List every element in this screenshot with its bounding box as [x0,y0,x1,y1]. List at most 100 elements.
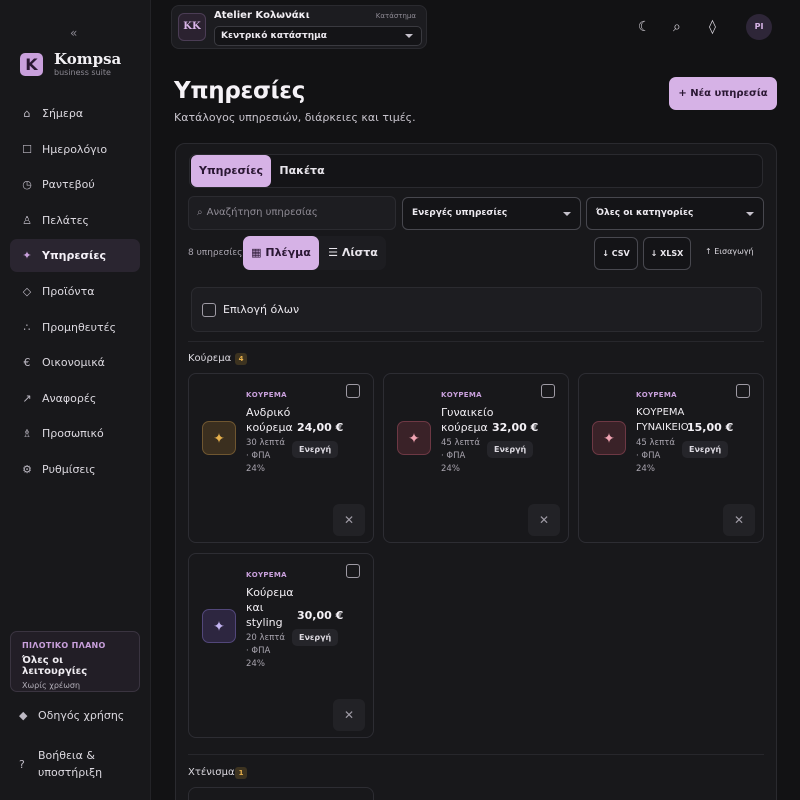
sidebar-item-appointments[interactable]: ◷ Ραντεβού [10,168,140,201]
sidebar-item-finance[interactable]: € Οικονομικά [10,346,140,379]
delete-button[interactable]: ✕ [723,504,755,536]
chevron-down-icon [563,212,571,216]
sidebar-item-settings[interactable]: ⚙ Ρυθμίσεις [10,453,140,486]
branch-select-value: Κεντρικό κατάστημα [221,31,327,41]
export-csv-button[interactable]: ↓ CSV [594,237,638,270]
sidebar-item-label: Ρυθμίσεις [42,462,96,476]
tab-services[interactable]: Υπηρεσίες [191,155,271,187]
staff-icon: ♗ [22,427,32,441]
sidebar-item-staff[interactable]: ♗ Προσωπικό [10,417,140,450]
sidebar-item-clients[interactable]: ♙ Πελάτες [10,204,140,237]
service-select-checkbox[interactable] [736,384,750,398]
service-select-checkbox[interactable] [541,384,555,398]
delete-button[interactable]: ✕ [333,699,365,731]
sparkle-icon: ✦ [22,249,32,263]
service-price: 30,00 € [297,609,344,622]
status-badge: Ενεργή [292,629,339,646]
sidebar-nav: ⌂ Σήμερα ☐ Ημερολόγιο ◷ Ραντεβού ♙ Πελάτ… [10,97,140,489]
diamond-icon: ◇ [22,284,32,298]
sparkle-icon: ✦ [202,609,236,643]
sidebar-item-label: Προσωπικό [42,427,104,441]
theme-toggle-icon[interactable]: ☾ [638,19,651,35]
chevron-down-icon [405,34,413,38]
service-category: ΚΟΥΡΕΜΑ [246,571,287,579]
sidebar-item-calendar[interactable]: ☐ Ημερολόγιο [10,133,140,166]
service-meta: 20 λεπτά · ΦΠΑ 24% [246,633,285,669]
service-card[interactable]: ΚΟΥΡΕΜΑ Κούρεμα και styling ✦ 30,00 € Εν… [188,553,374,738]
sidebar: « K Kompsa business suite ⌂ Σήμερα ☐ Ημε… [0,0,151,800]
settings-icon: ⚙ [22,462,32,476]
help-icon: ? [19,758,25,771]
service-meta: 30 λεπτά · ΦΠΑ 24% [246,438,285,474]
sidebar-item-label: Αναφορές [42,391,97,405]
search-icon[interactable]: ⌕ [673,19,681,35]
status-filter-value: Ενεργές υπηρεσίες [412,208,508,218]
category-filter-value: Όλες οι κατηγορίες [596,208,694,218]
service-card[interactable] [188,787,374,800]
service-select-checkbox[interactable] [346,564,360,578]
user-guide-link[interactable]: ◆ Οδηγός χρήσης [19,707,124,724]
service-name: Γυναικείο κούρεμα [441,406,494,434]
list-view-button[interactable]: ☰ Λίστα [320,236,386,270]
sidebar-item-products[interactable]: ◇ Προϊόντα [10,275,140,308]
user-avatar[interactable]: PI [746,14,772,40]
service-card[interactable]: ΚΟΥΡΕΜΑ Γυναικείο κούρεμα ✦ 32,00 € Ενερ… [383,373,569,543]
tab-packages[interactable]: Πακέτα [275,155,329,187]
service-card[interactable]: ΚΟΥΡΕΜΑ ΚΟΥΡΕΜΑ ΓΥΝΑΙΚΕΙΟ ✦ 15,00 € Ενερ… [578,373,764,543]
sidebar-item-today[interactable]: ⌂ Σήμερα [10,97,140,130]
search-input[interactable]: ⌕ Αναζήτηση υπηρεσίας [188,196,396,230]
services-panel: Υπηρεσίες Πακέτα ⌕ Αναζήτηση υπηρεσίας Εν… [175,143,777,800]
group-title: Κούρεμα [188,353,232,364]
select-all-row[interactable]: Επιλογή όλων [191,287,762,332]
sidebar-item-label: Ημερολόγιο [42,142,108,156]
store-name: Atelier Κολωνάκι [214,10,310,21]
collapse-sidebar-icon[interactable]: « [70,26,77,40]
grid-view-button[interactable]: ▦ Πλέγμα [243,236,319,270]
store-avatar: KK [178,13,206,41]
guide-icon: ◆ [19,709,28,722]
delete-button[interactable]: ✕ [333,504,365,536]
service-category: ΚΟΥΡΕΜΑ [246,391,287,399]
service-category: ΚΟΥΡΕΜΑ [441,391,482,399]
dots-icon: ∴ [23,320,31,334]
brand-name: Kompsa [54,50,122,68]
tab-bar: Υπηρεσίες Πακέτα [189,154,763,188]
user-guide-label: Οδηγός χρήσης [38,709,125,722]
page-subtitle: Κατάλογος υπηρεσιών, διάρκειες και τιμές… [174,111,416,124]
sidebar-item-services[interactable]: ✦ Υπηρεσίες [10,239,140,273]
diamond-icon[interactable]: ◊ [709,19,716,35]
sidebar-item-reports[interactable]: ↗ Αναφορές [10,382,140,415]
help-support-label: Βοήθεια & υποστήριξη [38,749,103,779]
sidebar-item-suppliers[interactable]: ∴ Προμηθευτές [10,311,140,344]
service-name: Ανδρικό κούρεμα [246,406,293,434]
search-placeholder: Αναζήτηση υπηρεσίας [206,207,318,218]
sparkle-icon: ✦ [592,421,626,455]
service-select-checkbox[interactable] [346,384,360,398]
service-card[interactable]: ΚΟΥΡΕΜΑ Ανδρικό κούρεμα ✦ 24,00 € Ενεργή… [188,373,374,543]
euro-icon: € [23,356,31,370]
new-service-button[interactable]: + Νέα υπηρεσία [669,77,777,110]
close-icon: ✕ [343,708,355,722]
sidebar-item-label: Πελάτες [42,213,90,227]
export-xlsx-button[interactable]: ↓ XLSX [643,237,691,270]
status-filter-select[interactable]: Ενεργές υπηρεσίες [402,197,581,230]
delete-button[interactable]: ✕ [528,504,560,536]
search-icon: ⌕ [197,207,203,218]
service-name: Κούρεμα και styling [246,586,294,629]
plan-description: Όλες οι λειτουργίες [22,655,88,677]
service-price: 15,00 € [687,421,734,434]
category-filter-select[interactable]: Όλες οι κατηγορίες [586,197,764,230]
store-switcher[interactable]: KK Atelier Κολωνάκι Κατάστημα Κεντρικό κ… [171,5,427,49]
close-icon: ✕ [343,513,355,527]
service-meta: 45 λεπτά · ΦΠΑ 24% [441,438,480,474]
help-support-link[interactable]: ? Βοήθεια & υποστήριξη [19,747,102,781]
branch-select[interactable]: Κεντρικό κατάστημα [214,26,422,46]
import-button[interactable]: ↑ Εισαγωγή [705,247,754,256]
plan-price-note: Χωρίς χρέωση [22,681,81,690]
home-icon: ⌂ [23,107,31,120]
service-count: 8 υπηρεσίες [188,248,243,258]
clock-icon: ◷ [22,178,32,192]
divider [188,754,764,755]
plan-card[interactable]: ΠΙΛΟΤΙΚΟ ΠΛΑΝΟ Όλες οι λειτουργίες Χωρίς… [10,631,140,692]
select-all-checkbox[interactable] [202,303,216,317]
